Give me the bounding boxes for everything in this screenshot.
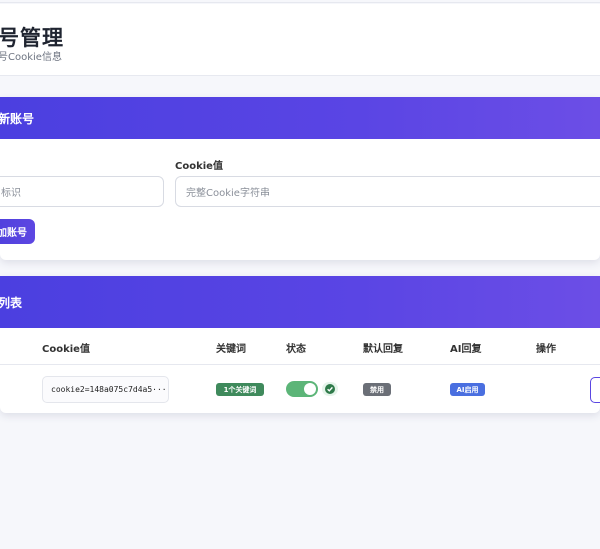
add-account-card: 新账号 Cookie值 标识 完整Cookie字符串 加账号 <box>0 97 600 260</box>
add-account-title: 新账号 <box>0 111 35 126</box>
page-subtitle: 号Cookie信息 <box>0 52 62 63</box>
account-list-title: 列表 <box>0 295 23 310</box>
top-divider <box>0 2 600 3</box>
cookie-placeholder: 完整Cookie字符串 <box>186 188 270 199</box>
cookie-input[interactable]: 完整Cookie字符串 <box>175 176 600 207</box>
account-list-header: 列表 <box>0 276 600 328</box>
col-keywords: 关键词 <box>216 344 246 355</box>
account-list-card: 列表 Cookie值 关键词 状态 默认回复 AI回复 操作 cookie2=1… <box>0 276 600 413</box>
check-circle-icon <box>322 382 338 396</box>
add-account-header: 新账号 <box>0 97 600 139</box>
cookie-value: cookie2=148a075c7d4a5··· <box>42 376 169 403</box>
table-row: cookie2=148a075c7d4a5··· 1个关键词 禁用 AI启用 <box>0 365 600 413</box>
cookie-label: Cookie值 <box>175 161 223 172</box>
col-ai-reply: AI回复 <box>450 344 482 355</box>
toggle-knob <box>304 383 316 395</box>
account-id-input[interactable]: 标识 <box>0 176 164 207</box>
col-actions: 操作 <box>536 344 556 355</box>
account-id-placeholder: 标识 <box>1 188 21 199</box>
status-toggle[interactable] <box>286 381 318 397</box>
col-cookie: Cookie值 <box>42 344 90 355</box>
page-header: 号管理 号Cookie信息 <box>0 4 600 76</box>
keyword-count-badge[interactable]: 1个关键词 <box>216 383 264 396</box>
edit-button[interactable] <box>590 377 600 403</box>
table-header: Cookie值 关键词 状态 默认回复 AI回复 操作 <box>0 328 600 365</box>
add-account-button[interactable]: 加账号 <box>0 219 35 244</box>
ai-reply-badge[interactable]: AI启用 <box>450 383 485 396</box>
col-default-reply: 默认回复 <box>363 344 403 355</box>
default-reply-badge[interactable]: 禁用 <box>363 383 391 396</box>
col-status: 状态 <box>286 344 306 355</box>
